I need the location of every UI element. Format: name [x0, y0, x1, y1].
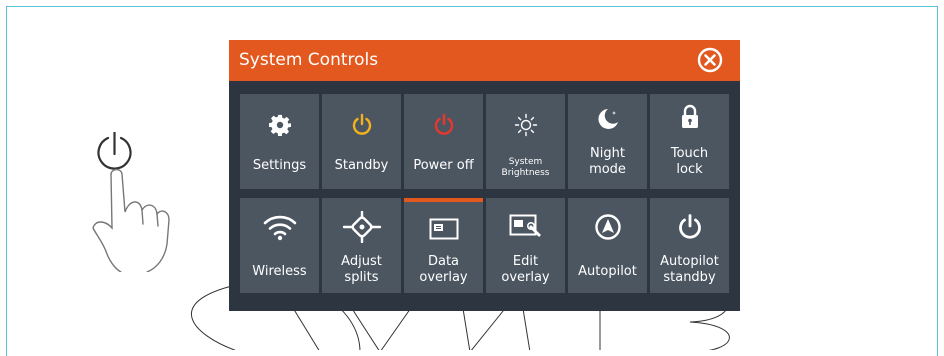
- dialog-title: System Controls: [239, 50, 379, 70]
- edit-overlay-icon: [509, 214, 541, 237]
- system-controls-dialog: System Controls Settings Standby Power o…: [229, 40, 740, 311]
- gear-icon: [268, 114, 291, 136]
- power-icon: [352, 113, 371, 135]
- touch-lock-label: Touch lock: [670, 146, 709, 177]
- adjust-splits-label: Adjust splits: [341, 254, 382, 285]
- edit-overlay-button[interactable]: Edit overlay: [486, 198, 565, 293]
- autopilot-label: Autopilot: [578, 264, 637, 279]
- power-off-label: Power off: [413, 158, 474, 173]
- settings-label: Settings: [252, 158, 307, 173]
- standby-label: Standby: [334, 158, 389, 173]
- autopilot-standby-label: Autopilot standby: [660, 254, 719, 285]
- close-icon[interactable]: [696, 46, 724, 74]
- sun-icon: [514, 113, 537, 137]
- wifi-icon: [263, 215, 296, 241]
- night-mode-button[interactable]: Night mode: [568, 94, 647, 189]
- autopilot-button[interactable]: Autopilot: [568, 198, 647, 293]
- hand-press-power-icon: [92, 132, 170, 272]
- wireless-label: Wireless: [252, 264, 307, 279]
- autopilot-standby-button[interactable]: Autopilot standby: [650, 198, 729, 293]
- power-off-button[interactable]: Power off: [404, 94, 483, 189]
- wireless-button[interactable]: Wireless: [240, 198, 319, 293]
- night-mode-label: Night mode: [589, 146, 626, 177]
- edit-overlay-label: Edit overlay: [501, 254, 550, 285]
- dialog-title-bar: System Controls: [229, 40, 740, 81]
- data-overlay-button[interactable]: Data overlay: [404, 198, 483, 293]
- overlay-icon: [429, 218, 458, 240]
- lock-icon: [681, 104, 698, 128]
- settings-button[interactable]: Settings: [240, 94, 319, 189]
- standby-button[interactable]: Standby: [322, 94, 401, 189]
- data-overlay-label: Data overlay: [419, 254, 468, 285]
- touch-lock-button[interactable]: Touch lock: [650, 94, 729, 189]
- crosshair-icon: [342, 211, 381, 243]
- adjust-splits-button[interactable]: Adjust splits: [322, 198, 401, 293]
- system-brightness-label: System Brightness: [501, 157, 550, 178]
- power-icon: [678, 214, 701, 239]
- moon-icon: [597, 109, 618, 129]
- compass-icon: [594, 214, 621, 240]
- power-icon: [434, 113, 453, 135]
- system-brightness-button[interactable]: System Brightness: [486, 94, 565, 189]
